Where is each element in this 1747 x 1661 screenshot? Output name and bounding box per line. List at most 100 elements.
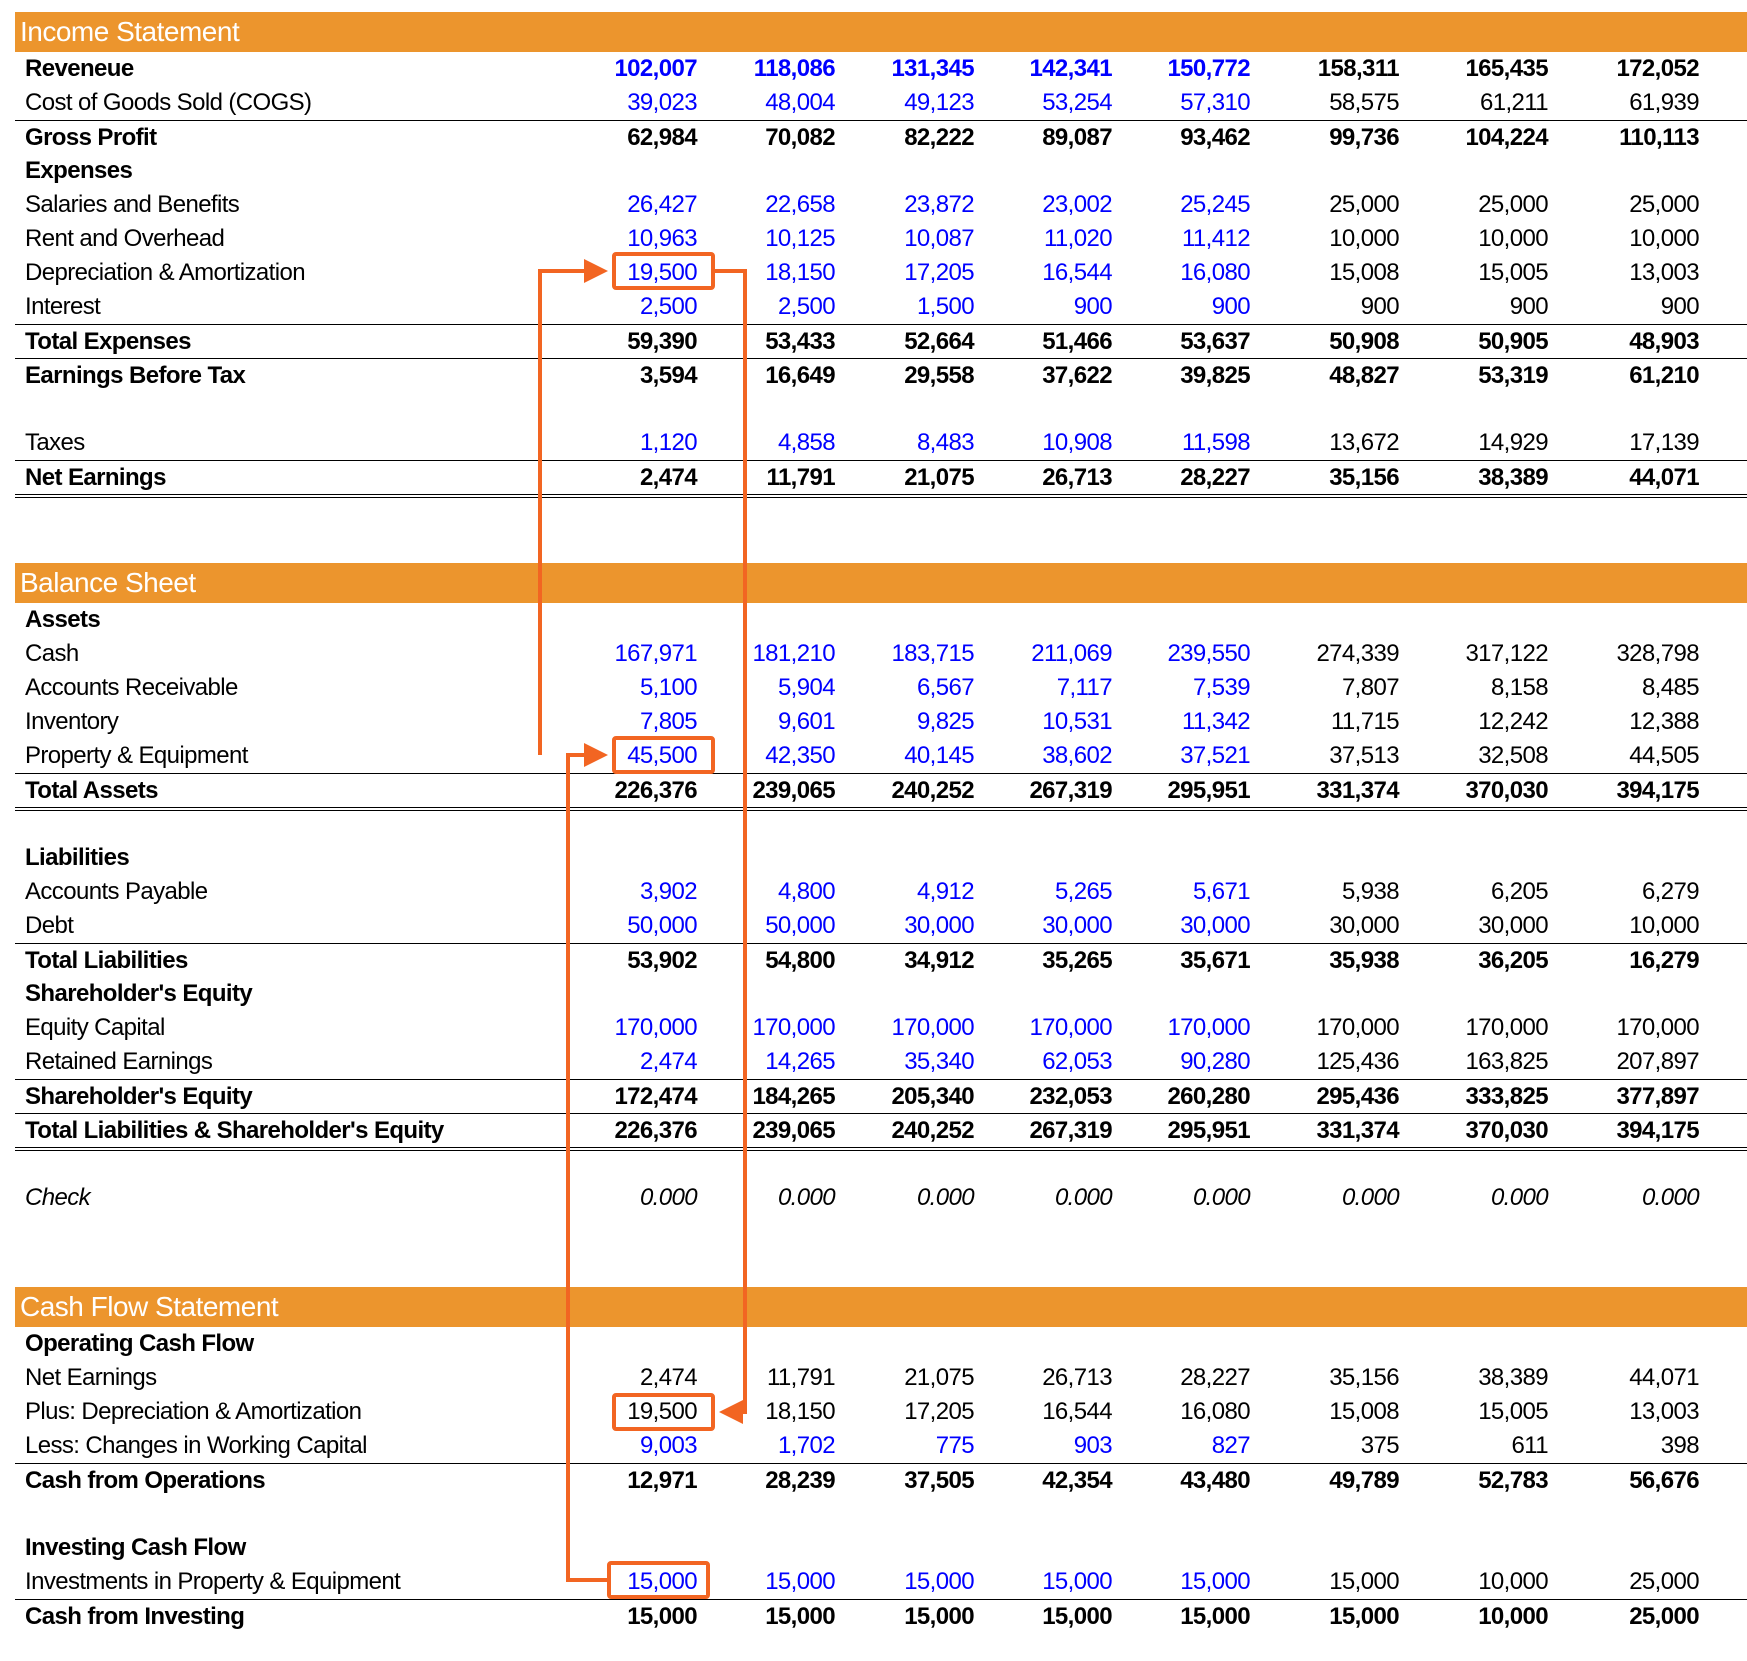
value-cell[interactable]: 62,053 [982, 1045, 1112, 1079]
value-cell[interactable]: 50,908 [1269, 325, 1399, 359]
value-cell[interactable]: 5,938 [1269, 875, 1400, 909]
value-cell[interactable]: 35,671 [1120, 944, 1250, 978]
value-cell[interactable]: 50,905 [1418, 325, 1548, 359]
value-cell[interactable]: 0.000 [844, 1181, 975, 1215]
value-cell[interactable]: 38,389 [1418, 1361, 1548, 1395]
value-cell[interactable]: 900 [1569, 290, 1700, 324]
value-cell[interactable]: 15,008 [1269, 1395, 1399, 1429]
value-cell[interactable]: 16,544 [982, 1395, 1112, 1429]
value-cell[interactable]: 61,211 [1418, 86, 1549, 120]
value-cell[interactable]: 7,539 [1120, 671, 1251, 705]
value-cell[interactable]: 317,122 [1418, 637, 1548, 671]
value-cell[interactable]: 23,872 [844, 188, 974, 222]
value-cell[interactable]: 17,139 [1569, 426, 1699, 460]
value-cell[interactable]: 170,000 [1120, 1011, 1250, 1045]
value-cell[interactable]: 9,825 [844, 705, 975, 739]
value-cell[interactable]: 1,500 [844, 290, 975, 324]
value-cell[interactable]: 102,007 [567, 52, 697, 86]
value-cell[interactable]: 50,000 [567, 909, 697, 943]
value-cell[interactable]: 0.000 [1569, 1181, 1700, 1215]
value-cell[interactable]: 49,123 [844, 86, 974, 120]
value-cell[interactable]: 10,125 [705, 222, 835, 256]
value-cell[interactable]: 9,601 [705, 705, 836, 739]
value-cell[interactable]: 16,080 [1120, 1395, 1250, 1429]
value-cell[interactable]: 34,912 [844, 944, 974, 978]
value-cell[interactable]: 163,825 [1418, 1045, 1548, 1079]
value-cell[interactable]: 15,005 [1418, 1395, 1548, 1429]
value-cell[interactable]: 37,622 [982, 359, 1112, 393]
value-cell[interactable]: 775 [844, 1429, 975, 1463]
value-cell[interactable]: 394,175 [1569, 774, 1699, 808]
value-cell[interactable]: 62,984 [567, 121, 697, 155]
value-cell[interactable]: 9,003 [567, 1429, 698, 1463]
value-cell[interactable]: 11,791 [705, 461, 836, 495]
value-cell[interactable]: 150,772 [1120, 52, 1250, 86]
value-cell[interactable]: 8,158 [1418, 671, 1549, 705]
value-cell[interactable]: 44,071 [1569, 461, 1699, 495]
value-cell[interactable]: 10,000 [1269, 222, 1399, 256]
value-cell[interactable]: 170,000 [1269, 1011, 1399, 1045]
value-cell[interactable]: 4,912 [844, 875, 975, 909]
value-cell[interactable]: 0.000 [982, 1181, 1113, 1215]
value-cell[interactable]: 15,000 [1120, 1565, 1250, 1599]
value-cell[interactable]: 170,000 [1418, 1011, 1548, 1045]
value-cell[interactable]: 99,736 [1269, 121, 1399, 155]
value-cell[interactable]: 53,433 [705, 325, 835, 359]
value-cell[interactable]: 90,280 [1120, 1045, 1250, 1079]
value-cell[interactable]: 37,513 [1269, 739, 1399, 773]
value-cell[interactable]: 4,858 [705, 426, 836, 460]
value-cell[interactable]: 39,023 [567, 86, 697, 120]
value-cell[interactable]: 50,000 [705, 909, 835, 943]
value-cell[interactable]: 8,483 [844, 426, 975, 460]
value-cell[interactable]: 25,000 [1569, 188, 1699, 222]
value-cell[interactable]: 53,254 [982, 86, 1112, 120]
value-cell[interactable]: 295,951 [1120, 1114, 1250, 1148]
value-cell[interactable]: 10,087 [844, 222, 974, 256]
value-cell[interactable]: 38,602 [982, 739, 1112, 773]
value-cell[interactable]: 0.000 [567, 1181, 698, 1215]
value-cell[interactable]: 10,531 [982, 705, 1112, 739]
value-cell[interactable]: 118,086 [705, 52, 836, 86]
value-cell[interactable]: 1,702 [705, 1429, 836, 1463]
value-cell[interactable]: 172,474 [567, 1080, 697, 1114]
value-cell[interactable]: 110,113 [1569, 121, 1700, 155]
value-cell[interactable]: 158,311 [1269, 52, 1400, 86]
value-cell[interactable]: 12,971 [567, 1464, 697, 1498]
value-cell[interactable]: 42,354 [982, 1464, 1112, 1498]
value-cell[interactable]: 37,521 [1120, 739, 1250, 773]
value-cell[interactable]: 39,825 [1120, 359, 1250, 393]
value-cell[interactable]: 170,000 [567, 1011, 697, 1045]
value-cell[interactable]: 30,000 [1120, 909, 1250, 943]
value-cell[interactable]: 54,800 [705, 944, 835, 978]
value-cell[interactable]: 36,205 [1418, 944, 1548, 978]
value-cell[interactable]: 184,265 [705, 1080, 835, 1114]
value-cell[interactable]: 11,791 [705, 1361, 836, 1395]
value-cell[interactable]: 331,374 [1269, 1114, 1399, 1148]
value-cell[interactable]: 48,004 [705, 86, 835, 120]
value-cell[interactable]: 21,075 [844, 1361, 974, 1395]
value-cell[interactable]: 167,971 [567, 637, 697, 671]
value-cell[interactable]: 15,000 [1269, 1600, 1399, 1634]
value-cell[interactable]: 170,000 [1569, 1011, 1699, 1045]
value-cell[interactable]: 333,825 [1418, 1080, 1548, 1114]
value-cell[interactable]: 30,000 [1269, 909, 1399, 943]
value-cell[interactable]: 15,008 [1269, 256, 1399, 290]
value-cell[interactable]: 398 [1569, 1429, 1700, 1463]
value-cell[interactable]: 35,265 [982, 944, 1112, 978]
value-cell[interactable]: 295,951 [1120, 774, 1250, 808]
value-cell[interactable]: 28,227 [1120, 1361, 1250, 1395]
value-cell[interactable]: 16,544 [982, 256, 1112, 290]
value-cell[interactable]: 12,388 [1569, 705, 1699, 739]
value-cell[interactable]: 3,594 [567, 359, 698, 393]
value-cell[interactable]: 49,789 [1269, 1464, 1399, 1498]
value-cell[interactable]: 56,676 [1569, 1464, 1699, 1498]
value-cell[interactable]: 14,929 [1418, 426, 1548, 460]
value-cell[interactable]: 267,319 [982, 1114, 1112, 1148]
value-cell[interactable]: 240,252 [844, 1114, 974, 1148]
value-cell[interactable]: 104,224 [1418, 121, 1548, 155]
value-cell[interactable]: 205,340 [844, 1080, 974, 1114]
value-cell[interactable]: 2,500 [567, 290, 698, 324]
value-cell[interactable]: 53,319 [1418, 359, 1548, 393]
value-cell[interactable]: 59,390 [567, 325, 697, 359]
value-cell[interactable]: 40,145 [844, 739, 974, 773]
